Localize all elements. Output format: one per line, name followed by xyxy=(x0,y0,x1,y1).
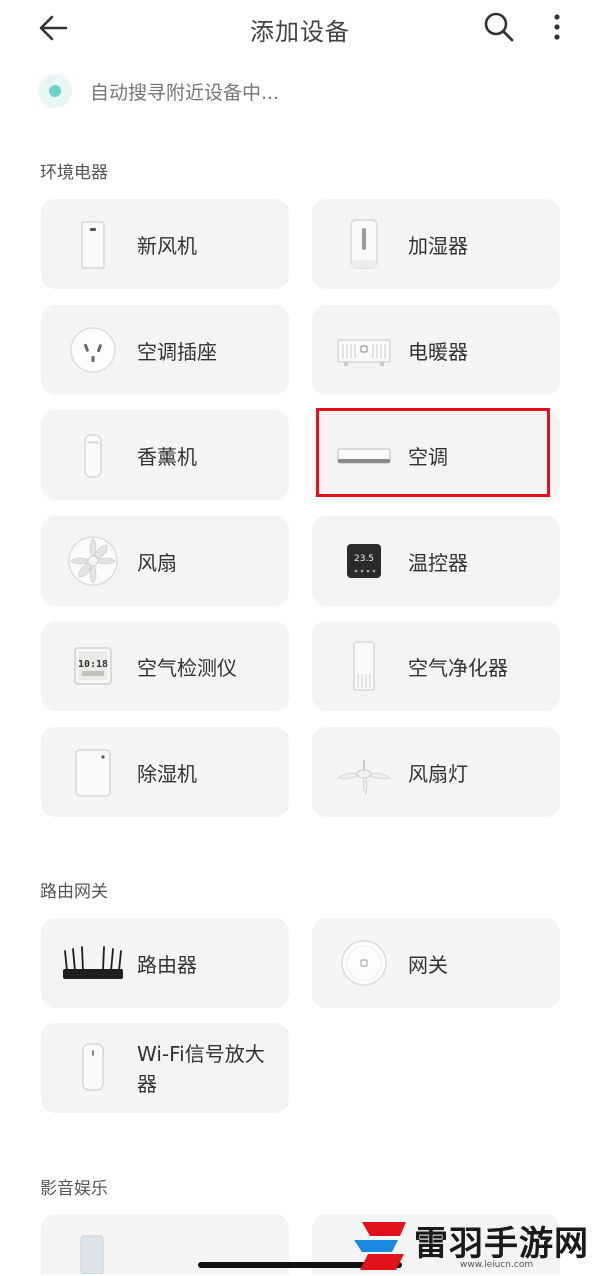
device-card-fan[interactable]: 风扇 xyxy=(41,516,289,606)
scan-status-text: 自动搜寻附近设备中... xyxy=(90,82,280,104)
selection-highlight-box xyxy=(316,408,550,497)
device-card-air-purifier[interactable]: 空气净化器 xyxy=(312,621,560,711)
fan-icon xyxy=(68,536,118,586)
electric-heater-icon xyxy=(337,339,391,366)
device-label: 风扇 xyxy=(137,551,177,575)
device-card-ac-socket[interactable]: 空调插座 xyxy=(41,305,289,395)
thermostat-icon: 23.5 xyxy=(347,544,381,578)
device-label: 风扇灯 xyxy=(408,762,468,786)
device-card-gateway[interactable]: 网关 xyxy=(312,918,560,1008)
device-label: 加湿器 xyxy=(408,234,468,258)
watermark-logo: 雷羽手游网 www.leiucn.com xyxy=(348,1212,600,1276)
device-label: 除湿机 xyxy=(137,762,197,786)
gateway-hub-icon xyxy=(341,940,387,986)
aroma-diffuser-icon xyxy=(84,434,102,478)
section-title-audio-video: 影音娱乐 xyxy=(40,1179,108,1199)
section-title-environment: 环境电器 xyxy=(40,163,108,183)
speaker-icon xyxy=(80,1235,104,1274)
device-card-dehumidifier[interactable]: 除湿机 xyxy=(41,727,289,817)
device-card-humidifier[interactable]: 加湿器 xyxy=(312,199,560,289)
device-label: 香薰机 xyxy=(137,445,197,469)
search-icon[interactable] xyxy=(482,10,516,44)
ac-socket-icon xyxy=(70,327,116,373)
device-card-aroma-diffuser[interactable]: 香薰机 xyxy=(41,410,289,500)
device-label: 空气净化器 xyxy=(408,656,508,680)
scan-indicator-icon xyxy=(38,74,72,108)
router-icon xyxy=(63,946,123,979)
device-card-air-monitor[interactable]: 10:18 空气检测仪 xyxy=(41,621,289,711)
device-label: 路由器 xyxy=(137,953,197,977)
thermostat-display: 23.5 xyxy=(354,554,374,564)
wifi-extender-icon xyxy=(82,1043,104,1091)
device-card-router[interactable]: 路由器 xyxy=(41,918,289,1008)
watermark-logo-icon xyxy=(354,1222,406,1270)
device-card-fan-light[interactable]: 风扇灯 xyxy=(312,727,560,817)
device-card-wifi-extender[interactable]: Wi-Fi信号放大器 xyxy=(41,1023,289,1113)
device-label: 网关 xyxy=(408,953,448,977)
watermark-text: 雷羽手游网 xyxy=(414,1224,589,1264)
dehumidifier-icon xyxy=(75,749,111,797)
ceiling-fan-light-icon xyxy=(337,760,391,796)
device-label: 空调插座 xyxy=(137,340,217,364)
more-options-icon[interactable] xyxy=(544,10,570,44)
device-label: 空气检测仪 xyxy=(137,656,237,680)
device-card-thermostat[interactable]: 23.5 温控器 xyxy=(312,516,560,606)
section-title-router-gateway: 路由网关 xyxy=(40,882,108,902)
auto-scan-status: 自动搜寻附近设备中... xyxy=(38,74,538,108)
top-bar: 添加设备 xyxy=(0,0,600,60)
fresh-air-unit-icon xyxy=(81,221,105,269)
air-quality-monitor-icon: 10:18 xyxy=(74,647,112,685)
air-purifier-icon xyxy=(353,641,375,691)
device-label: 电暖器 xyxy=(408,340,468,364)
device-card-fresh-air[interactable]: 新风机 xyxy=(41,199,289,289)
humidifier-icon xyxy=(350,219,378,269)
device-label: 新风机 xyxy=(137,234,197,258)
monitor-display: 10:18 xyxy=(78,659,108,670)
device-label: 温控器 xyxy=(408,551,468,575)
watermark-url: www.leiucn.com xyxy=(460,1260,534,1270)
device-label: Wi-Fi信号放大器 xyxy=(137,1042,265,1096)
device-card-heater[interactable]: 电暖器 xyxy=(312,305,560,395)
